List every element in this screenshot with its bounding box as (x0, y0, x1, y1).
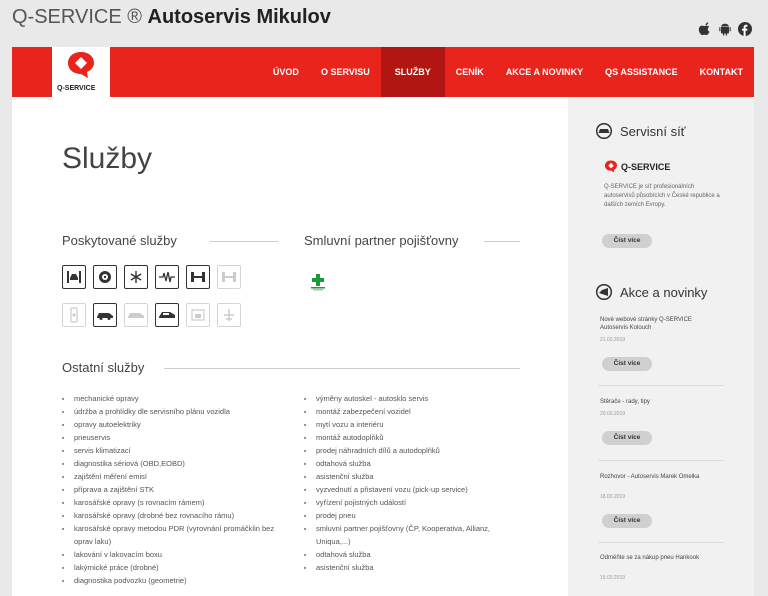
services-list-right: výměny autoskel - autosklo servismontáž … (304, 392, 518, 574)
q-service-logo-icon (68, 52, 94, 78)
main-nav: ÚVOD O SERVISU SLUŽBY CENÍK AKCE A NOVIN… (262, 47, 754, 97)
air-conditioning-icon[interactable] (124, 265, 148, 289)
wheel-alignment-icon[interactable] (186, 265, 210, 289)
service-icons-row-1 (62, 265, 241, 289)
service-list-item: karosářské opravy (drobné bez rovnacího … (62, 509, 287, 522)
facebook-icon[interactable] (738, 22, 752, 36)
service-list-item: diagnostika sériová (OBD,EOBD) (62, 457, 287, 470)
news-item-date: 21.03.2019 (600, 337, 626, 343)
service-list-item: příprava a zajištění STK (62, 483, 287, 496)
news-read-more-button[interactable]: Číst více (602, 514, 652, 528)
news-item-date: 18.03.2019 (600, 494, 626, 500)
service-list-item: mechanické opravy (62, 392, 287, 405)
news-item-title[interactable]: Odměňte se za nákup pneu Hankook (600, 554, 720, 562)
service-list-item: karosářské opravy (s rovnacím rámem) (62, 496, 287, 509)
nav-o-servisu[interactable]: O SERVISU (310, 47, 381, 97)
provided-services-heading: Poskytované služby (62, 233, 177, 248)
android-icon[interactable] (718, 22, 732, 36)
news-read-more-button[interactable]: Číst více (602, 357, 652, 371)
service-icons-row-2 (62, 303, 241, 327)
news-item-date: 20.03.2019 (600, 411, 626, 417)
service-list-item: pneuservis (62, 431, 287, 444)
tire-icon[interactable] (93, 265, 117, 289)
nav-uvod[interactable]: ÚVOD (262, 47, 310, 97)
divider (484, 241, 520, 242)
service-list-item: mytí vozu a interiéru (304, 418, 518, 431)
divider (210, 241, 278, 242)
logo-text: Q-SERVICE (57, 85, 96, 92)
site-brand: Q-SERVICE ® (12, 6, 142, 28)
q-service-logo-icon (604, 160, 618, 173)
service-list-item: vyřízení pojistných událostí (304, 496, 518, 509)
axle-icon[interactable] (217, 265, 241, 289)
service-list-item: prodej pneu (304, 509, 518, 522)
news-title: Akce a novinky (620, 284, 708, 300)
service-list-item: vyzvednutí a přistavení vozu (pick-up se… (304, 483, 518, 496)
news-item-title[interactable]: Nové webové stránky Q-SERVICE Autoservis… (600, 316, 720, 332)
page-title: Služby (62, 142, 153, 175)
insurance-partner-logo[interactable] (310, 273, 326, 296)
service-list-item: lakování v lakovacím boxu (62, 548, 287, 561)
car-wash-icon[interactable] (124, 303, 148, 327)
news-item-title[interactable]: Rozhovor - Autoservis Marek Omelka (600, 473, 720, 481)
services-list-left: mechanické opravyúdržba a prohlídky dle … (62, 392, 287, 587)
nav-sluzby[interactable]: SLUŽBY (380, 47, 445, 97)
main-navbar: Q-SERVICE ÚVOD O SERVISU SLUŽBY CENÍK AK… (12, 47, 754, 97)
sidebar: Servisní síť Q-SERVICE Q-SERVICE je síť … (568, 97, 754, 596)
service-list-item: montáž zabezpečení vozidel (304, 405, 518, 418)
nav-kontakt[interactable]: KONTAKT (689, 47, 754, 97)
news-item-title[interactable]: Stěrače - rady, tipy (600, 398, 720, 406)
car-icon (594, 122, 614, 140)
service-list-item: zajištění měření emisí (62, 470, 287, 483)
service-list-item: prodej náhradních dílů a autodoplňků (304, 444, 518, 457)
paint-booth-icon[interactable] (186, 303, 210, 327)
network-heading: Servisní síť (594, 122, 686, 140)
network-logo-text: Q-SERVICE (621, 161, 671, 172)
service-list-item: opravy autoelektriky (62, 418, 287, 431)
service-list-item: výměny autoskel - autosklo servis (304, 392, 518, 405)
network-description: Q-SERVICE je síť profesionálních autoser… (604, 184, 720, 208)
nav-qs-assistance[interactable]: QS ASSISTANCE (594, 47, 689, 97)
news-read-more-button[interactable]: Číst více (602, 431, 652, 445)
service-list-item: asistenční služba (304, 561, 518, 574)
site-logo[interactable]: Q-SERVICE (52, 47, 110, 97)
airplane-icon[interactable] (217, 303, 241, 327)
divider (598, 542, 724, 543)
service-list-item: údržba a prohlídky dle servisního plánu … (62, 405, 287, 418)
network-title: Servisní síť (620, 123, 686, 139)
service-list-item: diagnostika podvozku (geometrie) (62, 574, 287, 587)
diagnostics-icon[interactable] (155, 265, 179, 289)
partner-heading: Smluvní partner pojišťovny (304, 233, 459, 248)
social-links (698, 22, 752, 36)
service-list-item: asistenční služba (304, 470, 518, 483)
site-title[interactable]: Q-SERVICE ® Autoservis Mikulov (12, 6, 331, 29)
main-content: Služby Poskytované služby Smluvní partne… (12, 97, 568, 596)
network-logo[interactable]: Q-SERVICE (604, 160, 670, 173)
divider (598, 460, 724, 461)
other-services-heading: Ostatní služby (62, 360, 145, 375)
apple-icon[interactable] (698, 22, 712, 36)
service-list-item: lakýrnické práce (drobné) (62, 561, 287, 574)
divider (598, 385, 724, 386)
car-body-icon[interactable] (155, 303, 179, 327)
service-list-item: odtahová služba (304, 457, 518, 470)
service-list-item: servis klimatizací (62, 444, 287, 457)
nav-akce-a-novinky[interactable]: AKCE A NOVINKY (495, 47, 594, 97)
divider (164, 368, 520, 369)
service-list-item: smluvní partner pojišťovny (ČP, Kooperat… (304, 522, 518, 548)
service-list-item: montáž autodoplňků (304, 431, 518, 444)
car-repair-icon[interactable] (93, 303, 117, 327)
engine-icon[interactable] (62, 303, 86, 327)
car-lift-icon[interactable] (62, 265, 86, 289)
megaphone-icon (594, 283, 614, 301)
service-list-item: odtahová služba (304, 548, 518, 561)
site-name: Autoservis Mikulov (147, 6, 331, 28)
news-item-date: 15.03.2019 (600, 575, 626, 581)
network-read-more-button[interactable]: Číst více (602, 234, 652, 248)
nav-cenik[interactable]: CENÍK (445, 47, 495, 97)
service-list-item: karosářské opravy metodou PDR (vyrovnání… (62, 522, 287, 548)
news-heading: Akce a novinky (594, 283, 708, 301)
